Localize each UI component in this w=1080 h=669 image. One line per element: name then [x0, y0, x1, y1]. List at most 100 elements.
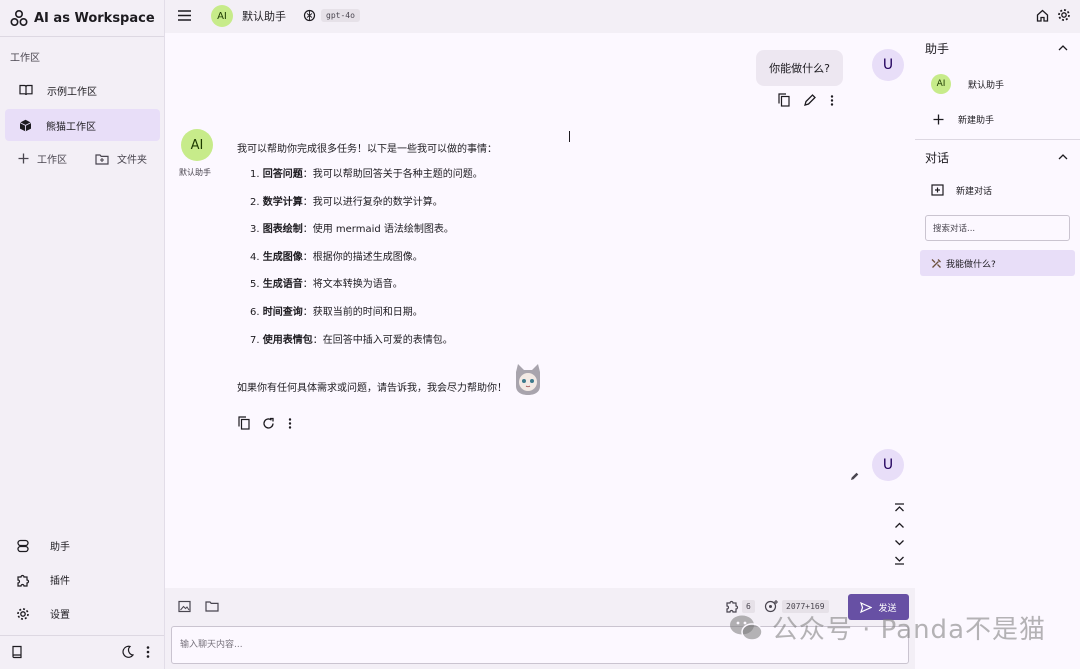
add-box-icon: [931, 184, 944, 197]
list-number: 1.: [250, 169, 260, 180]
docs-book-icon[interactable]: [11, 645, 23, 659]
nav-assistant[interactable]: 助手: [16, 538, 70, 553]
more-vert-icon[interactable]: [287, 417, 293, 430]
list-item: 4. 生成图像：根据你的描述生成图像。: [250, 251, 757, 265]
new-conversation-button[interactable]: 新建对话: [931, 184, 992, 197]
list-number: 4.: [250, 251, 260, 263]
nav-settings[interactable]: 设置: [16, 606, 70, 621]
app-title: AI as Workspace: [34, 10, 155, 26]
copy-icon[interactable]: [778, 93, 790, 107]
workspace-item-panda[interactable]: 熊猫工作区: [5, 109, 160, 141]
list-desc: ：使用 mermaid 语法绘制图表。: [302, 224, 454, 236]
pencil-icon[interactable]: [850, 472, 859, 481]
list-number: 2.: [250, 196, 260, 208]
list-title: 回答问题: [262, 169, 303, 180]
list-desc: ：我可以帮助回答关于各种主题的问题。: [302, 169, 483, 180]
conversation-item-active[interactable]: 我能做什么?: [920, 250, 1075, 276]
divider: [915, 139, 1080, 140]
gear-icon: [16, 607, 30, 621]
logo-icon: [10, 9, 28, 27]
workspace-item-label: 示例工作区: [47, 86, 97, 98]
workspace-item-label: 熊猫工作区: [46, 121, 96, 133]
divider: [0, 635, 164, 636]
right-sidebar: 助手 AI 默认助手 新建助手 对话 新建对话 搜索对话... 我能做什么?: [915, 33, 1080, 669]
home-icon[interactable]: [1036, 9, 1049, 22]
more-vert-icon[interactable]: [829, 94, 835, 107]
user-avatar-draft: U: [872, 449, 904, 481]
assistant-avatar: AI: [211, 5, 233, 27]
list-desc: ：获取当前的时间和日期。: [302, 306, 423, 318]
model-name: gpt-4o: [321, 9, 360, 22]
new-conversation-label: 新建对话: [956, 187, 993, 197]
list-title: 使用表情包: [262, 334, 313, 346]
capability-list: 1. 回答问题：我可以帮助回答关于各种主题的问题。 2. 数学计算：我可以进行复…: [237, 168, 757, 348]
plus-icon: [933, 114, 944, 125]
menu-icon[interactable]: [178, 10, 191, 21]
folder-icon[interactable]: [205, 600, 219, 612]
ai-avatar: AI: [181, 129, 213, 161]
ai-message-outro: 如果你有任何具体需求或问题，请告诉我，我会尽力帮助你！: [237, 382, 507, 394]
chevron-up-icon[interactable]: [1058, 44, 1068, 51]
model-selector[interactable]: gpt-4o: [303, 9, 360, 22]
list-desc: ：在回答中插入可爱的表情包。: [312, 334, 453, 346]
folder-plus-icon: [95, 153, 109, 165]
scroll-top-icon[interactable]: [894, 503, 905, 514]
book-icon: [19, 84, 33, 96]
dark-mode-icon[interactable]: [121, 645, 134, 658]
refresh-icon[interactable]: [262, 417, 275, 430]
chat-area: 你能做什么? U AI 默认助手 我可以帮助你完成很多任务！以下是一些我可以做的…: [165, 33, 915, 588]
ai-message: 我可以帮助你完成很多任务！以下是一些我可以做的事情： 1. 回答问题：我可以帮助…: [237, 143, 757, 396]
user-avatar: U: [872, 49, 904, 81]
nav-plugins-label: 插件: [50, 576, 70, 587]
settings-icon[interactable]: [1057, 8, 1071, 22]
more-vert-icon[interactable]: [145, 645, 151, 659]
add-folder-button[interactable]: 文件夹: [95, 151, 147, 166]
list-item: 6. 时间查询：获取当前的时间和日期。: [250, 306, 757, 320]
conversation-item-label: 我能做什么?: [946, 259, 996, 270]
add-workspace-button[interactable]: 工作区: [18, 151, 67, 166]
cat-sticker-image: [511, 362, 545, 396]
assistant-item-label: 默认助手: [968, 80, 1005, 91]
assistant-item-default[interactable]: AI 默认助手: [931, 74, 1004, 94]
top-bar: AI 默认助手 gpt-4o: [165, 0, 1080, 33]
user-message-actions: [778, 93, 835, 107]
scroll-controls: [894, 503, 905, 565]
scroll-up-icon[interactable]: [894, 520, 905, 531]
list-title: 时间查询: [262, 306, 303, 318]
workspace-item-example[interactable]: 示例工作区: [5, 74, 160, 106]
list-item: 3. 图表绘制：使用 mermaid 语法绘制图表。: [250, 223, 757, 237]
image-icon[interactable]: [178, 600, 191, 613]
user-message-bubble: 你能做什么?: [756, 50, 843, 86]
watermark-text: 公众号 · Panda不是猫: [771, 615, 1046, 645]
list-desc: ：将文本转换为语音。: [302, 279, 403, 291]
copy-icon[interactable]: [238, 416, 250, 430]
list-number: 5.: [250, 279, 260, 291]
plus-icon: [18, 153, 29, 164]
conversation-search-input[interactable]: 搜索对话...: [925, 215, 1070, 241]
watermark: 公众号 · Panda不是猫: [728, 609, 1046, 646]
assistant-name: 默认助手: [242, 10, 286, 23]
assistant-avatar: AI: [931, 74, 951, 94]
new-assistant-label: 新建助手: [958, 116, 995, 126]
scroll-bottom-icon[interactable]: [894, 554, 905, 565]
list-desc: ：根据你的描述生成图像。: [302, 251, 423, 263]
text-cursor: [569, 131, 570, 142]
edit-icon[interactable]: [803, 93, 816, 107]
ai-message-actions: [238, 416, 293, 430]
workspace-section-label: 工作区: [10, 53, 40, 64]
assistant-selector[interactable]: AI 默认助手: [211, 5, 286, 27]
conversation-section-heading: 对话: [925, 151, 950, 165]
puzzle-icon: [16, 573, 30, 587]
list-item: 5. 生成语音：将文本转换为语音。: [250, 278, 757, 292]
list-item: 1. 回答问题：我可以帮助回答关于各种主题的问题。: [250, 168, 757, 182]
left-sidebar: AI as Workspace 工作区 示例工作区 熊猫工作区 工作区 文件夹 …: [0, 0, 165, 669]
ai-name: 默认助手: [179, 168, 211, 177]
nav-plugins[interactable]: 插件: [16, 572, 70, 587]
list-item: 7. 使用表情包：在回答中插入可爱的表情包。: [250, 334, 757, 348]
chevron-up-icon[interactable]: [1058, 153, 1068, 160]
ai-message-intro: 我可以帮助你完成很多任务！以下是一些我可以做的事情：: [237, 144, 497, 155]
new-assistant-button[interactable]: 新建助手: [933, 113, 994, 126]
scroll-down-icon[interactable]: [894, 537, 905, 548]
list-desc: ：我可以进行复杂的数学计算。: [302, 196, 443, 208]
divider: [0, 36, 164, 37]
